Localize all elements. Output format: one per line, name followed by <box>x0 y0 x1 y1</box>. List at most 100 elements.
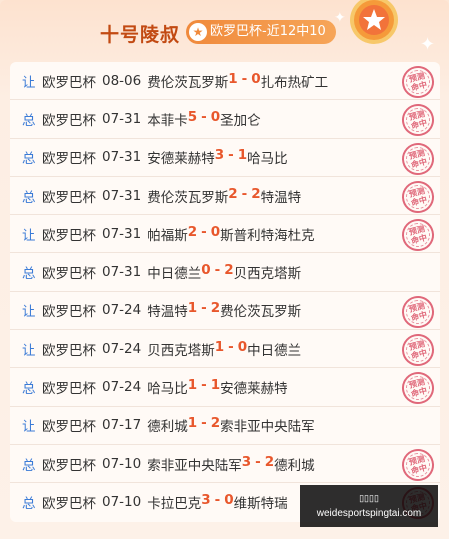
match-date: 07-31 <box>102 110 142 127</box>
home-score: 0 <box>201 262 211 279</box>
home-team: 哈马比 <box>147 381 188 398</box>
hit-stamp-icon: 预测 命中 <box>398 368 438 408</box>
home-score: 1 <box>187 300 198 317</box>
list-item[interactable]: 让 欧罗巴杯 07-24 贝西克塔斯 1 - 0 中日德兰 预测 命中 <box>10 330 440 370</box>
hit-stamp-icon: 预测 命中 <box>398 177 438 217</box>
stamp-text-2: 命中 <box>410 348 428 361</box>
stamp-text-1: 预测 <box>408 454 426 467</box>
score-dash: - <box>201 300 207 317</box>
match-teams: 特温特 1 - 2 费伦茨瓦罗斯 <box>147 300 301 320</box>
stamp-text-1: 预测 <box>408 339 426 353</box>
score-dash: - <box>241 185 248 202</box>
list-item[interactable]: 让 欧罗巴杯 07-24 特温特 1 - 2 费伦茨瓦罗斯 预测 命中 <box>10 292 440 332</box>
match-teams: 本菲卡 5 - 0 圣加仑 <box>147 109 260 129</box>
stamp-text-2: 命中 <box>410 80 428 93</box>
sparkle-icon: ✦ <box>420 34 436 55</box>
stamp-text-1: 预测 <box>408 224 426 238</box>
bet-type-label: 让 <box>22 342 36 359</box>
match-date: 07-31 <box>102 225 142 242</box>
bet-type-label: 总 <box>22 457 36 474</box>
score-dash: - <box>201 108 207 125</box>
league-label: 欧罗巴杯 <box>42 112 96 129</box>
home-score: 5 <box>187 108 198 125</box>
league-label: 欧罗巴杯 <box>42 227 96 244</box>
predictions-card: 十号陵叔 ★ 欧罗巴杯-近12中10 ✦ ✦ 让 欧罗巴杯 08-06 费伦茨瓦… <box>0 0 449 539</box>
match-date: 07-31 <box>102 187 142 204</box>
watermark-url: weidesportspingtai.com <box>316 508 422 519</box>
score-dash: - <box>201 377 207 394</box>
hit-stamp-icon: 预测 命中 <box>398 292 438 332</box>
league-label: 欧罗巴杯 <box>42 266 96 283</box>
away-score: 0 <box>210 108 221 125</box>
away-team: 维斯特瑞 <box>233 496 288 513</box>
list-item[interactable]: 总 欧罗巴杯 07-31 中日德兰 0 - 2 贝西克塔斯 <box>10 253 440 292</box>
home-team: 帕福斯 <box>147 227 188 244</box>
list-item[interactable]: 总 欧罗巴杯 07-31 安德莱赫特 3 - 1 哈马比 预测 命中 <box>10 139 440 178</box>
card-header: 十号陵叔 ★ 欧罗巴杯-近12中10 ✦ ✦ <box>0 0 449 62</box>
home-score: 3 <box>201 492 211 509</box>
away-team: 圣加仑 <box>220 112 261 129</box>
stamp-text-2: 命中 <box>410 233 428 246</box>
home-team: 安德莱赫特 <box>147 151 215 168</box>
expert-name: 十号陵叔 <box>100 24 181 46</box>
bet-type-label: 让 <box>22 74 36 91</box>
home-score: 1 <box>187 377 198 394</box>
hit-stamp-icon: 预测 命中 <box>398 100 438 140</box>
home-team: 费伦茨瓦罗斯 <box>147 74 229 91</box>
home-team: 中日德兰 <box>147 266 202 283</box>
league-label: 欧罗巴杯 <box>42 342 96 359</box>
match-date: 07-31 <box>102 149 142 166</box>
away-score: 1 <box>210 377 221 394</box>
home-team: 费伦茨瓦罗斯 <box>147 189 229 206</box>
list-item[interactable]: 让 欧罗巴杯 07-17 德利城 1 - 2 索非亚中央陆军 <box>10 407 440 445</box>
away-score: 0 <box>237 338 248 355</box>
list-item[interactable]: 总 欧罗巴杯 07-24 哈马比 1 - 1 安德莱赫特 预测 命中 <box>10 368 440 408</box>
away-score: 0 <box>224 492 234 509</box>
away-score: 0 <box>210 223 221 240</box>
home-team: 卡拉巴克 <box>147 496 202 513</box>
match-teams: 中日德兰 0 - 2 贝西克塔斯 <box>147 262 301 282</box>
star-medal-icon <box>350 0 398 44</box>
sparkle-icon: ✦ <box>334 10 346 26</box>
list-item[interactable]: 让 欧罗巴杯 08-06 费伦茨瓦罗斯 1 - 0 扎布热矿工 预测 命中 <box>10 62 440 102</box>
home-score: 3 <box>214 147 225 164</box>
stamp-text-2: 命中 <box>410 156 428 170</box>
away-team: 索非亚中央陆军 <box>220 419 315 436</box>
bet-type-label: 总 <box>22 189 36 206</box>
league-label: 欧罗巴杯 <box>42 304 96 321</box>
bet-type-label: 总 <box>22 381 36 398</box>
away-score: 2 <box>210 300 221 317</box>
stamp-text-2: 命中 <box>410 194 428 208</box>
home-score: 3 <box>241 453 252 470</box>
home-team: 特温特 <box>147 304 188 321</box>
match-date: 07-24 <box>102 340 142 357</box>
list-item[interactable]: 让 欧罗巴杯 07-31 帕福斯 2 - 0 斯普利特海杜克 预测 命中 <box>10 215 440 255</box>
prediction-list: 让 欧罗巴杯 08-06 费伦茨瓦罗斯 1 - 0 扎布热矿工 预测 命中 总 … <box>10 62 440 522</box>
match-teams: 德利城 1 - 2 索非亚中央陆军 <box>147 415 314 435</box>
bet-type-label: 总 <box>22 151 36 168</box>
league-label: 欧罗巴杯 <box>42 74 96 91</box>
score-dash: - <box>228 147 234 164</box>
bet-type-label: 让 <box>22 304 36 321</box>
stamp-text-1: 预测 <box>408 109 426 123</box>
match-date: 07-24 <box>102 302 142 319</box>
match-teams: 索非亚中央陆军 3 - 2 德利城 <box>147 454 314 474</box>
stamp-text-1: 预测 <box>408 147 426 161</box>
hit-stamp-icon: 预测 命中 <box>398 215 438 255</box>
home-score: 1 <box>187 415 198 432</box>
list-item[interactable]: 总 欧罗巴杯 07-31 费伦茨瓦罗斯 2 - 2 特温特 预测 命中 <box>10 177 440 217</box>
bet-type-label: 总 <box>22 496 36 513</box>
score-dash: - <box>241 70 248 87</box>
match-date: 07-31 <box>102 264 142 281</box>
list-item[interactable]: 总 欧罗巴杯 07-10 索非亚中央陆军 3 - 2 德利城 预测 命中 <box>10 445 440 485</box>
list-item[interactable]: 总 欧罗巴杯 07-31 本菲卡 5 - 0 圣加仑 预测 命中 <box>10 100 440 140</box>
league-label: 欧罗巴杯 <box>42 151 96 168</box>
score-dash: - <box>214 262 221 279</box>
away-team: 德利城 <box>274 457 315 474</box>
match-teams: 哈马比 1 - 1 安德莱赫特 <box>147 377 287 397</box>
match-teams: 卡拉巴克 3 - 0 维斯特瑞 <box>147 492 287 512</box>
match-date: 07-17 <box>102 417 142 434</box>
stamp-text-1: 预测 <box>408 301 426 314</box>
match-date: 07-24 <box>102 379 142 396</box>
home-score: 2 <box>187 223 198 240</box>
